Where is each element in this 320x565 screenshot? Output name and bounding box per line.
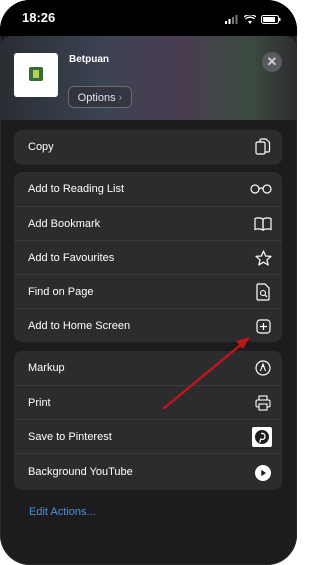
options-label: Options — [77, 92, 116, 104]
action-label: Background YouTube — [28, 466, 133, 478]
wifi-icon — [243, 11, 257, 29]
status-time: 18:26 — [22, 10, 56, 25]
play-icon — [254, 464, 272, 482]
action-label: Add to Reading List — [28, 183, 125, 195]
action-add-bookmark[interactable]: Add Bookmark — [14, 206, 282, 240]
action-label: Add to Home Screen — [28, 320, 131, 332]
action-label: Add to Favourites — [28, 252, 115, 264]
action-background-youtube[interactable]: Background YouTube — [14, 453, 282, 490]
battery-icon — [261, 11, 281, 29]
site-title: Betpuan — [69, 54, 109, 65]
glasses-icon — [250, 180, 272, 198]
action-label: Markup — [28, 362, 65, 374]
action-find-on-page[interactable]: Find on Page — [14, 274, 282, 308]
close-icon: ✕ — [266, 54, 278, 69]
action-add-to-home-screen[interactable]: Add to Home Screen — [14, 308, 282, 342]
action-label: Print — [28, 397, 51, 409]
action-save-to-pinterest[interactable]: Save to Pinterest — [14, 419, 282, 453]
copy-icon — [254, 138, 272, 156]
options-button[interactable]: Options › — [68, 86, 132, 108]
action-markup[interactable]: Markup — [14, 351, 282, 385]
copy-group: Copy — [14, 130, 282, 165]
edit-actions-link[interactable]: Edit Actions... — [29, 506, 96, 518]
action-print[interactable]: Print — [14, 385, 282, 419]
book-icon — [254, 215, 272, 233]
action-copy[interactable]: Copy — [14, 130, 282, 165]
extensions-group: Markup Print Save to Pinterest Backgroun… — [14, 351, 282, 490]
action-label: Save to Pinterest — [28, 431, 112, 443]
chevron-right-icon: › — [118, 92, 123, 104]
status-bar: 18:26 — [0, 0, 297, 36]
action-add-to-favourites[interactable]: Add to Favourites — [14, 240, 282, 274]
star-icon — [254, 249, 272, 267]
notch — [90, 0, 208, 22]
action-label: Copy — [28, 141, 54, 153]
main-actions-group: Add to Reading List Add Bookmark Add to … — [14, 172, 282, 342]
close-button[interactable]: ✕ — [262, 52, 282, 72]
plus-square-icon — [254, 317, 272, 335]
status-icons — [225, 11, 281, 29]
action-label: Add Bookmark — [28, 218, 101, 230]
pinterest-icon — [252, 427, 272, 447]
action-add-to-reading-list[interactable]: Add to Reading List — [14, 172, 282, 206]
signal-icon — [225, 11, 239, 29]
markup-icon — [254, 359, 272, 377]
printer-icon — [254, 394, 272, 412]
site-thumbnail — [14, 53, 58, 97]
action-label: Find on Page — [28, 286, 94, 298]
share-sheet-screen: 18:26 Betpuan Options › ✕ Copy Add to Re… — [0, 0, 297, 565]
find-page-icon — [254, 283, 272, 301]
